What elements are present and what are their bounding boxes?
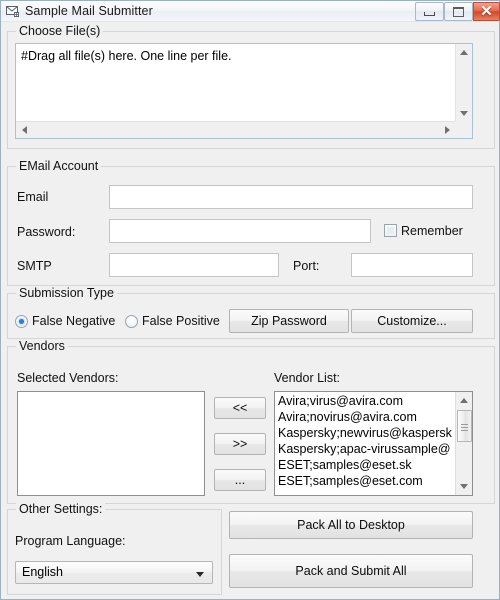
chevron-down-icon — [196, 572, 204, 577]
remember-label[interactable]: Remember — [401, 224, 463, 238]
radio-false-negative-label[interactable]: False Negative — [32, 314, 115, 328]
window-title: Sample Mail Submitter — [25, 4, 153, 18]
customize-button[interactable]: Customize... — [351, 309, 473, 333]
vendor-list-item[interactable]: ESET;samples@eset.com — [275, 473, 456, 489]
port-input[interactable] — [351, 253, 473, 277]
port-label: Port: — [293, 259, 320, 273]
choose-files-legend: Choose File(s) — [16, 24, 104, 38]
vendor-list-label: Vendor List: — [274, 371, 341, 385]
zip-password-button[interactable]: Zip Password — [229, 309, 349, 333]
email-input[interactable] — [109, 185, 473, 209]
remember-checkbox[interactable] — [384, 224, 397, 237]
vendor-scroll-up-icon[interactable] — [460, 398, 468, 403]
more-vendors-button[interactable]: ... — [214, 469, 266, 491]
radio-false-positive-label[interactable]: False Positive — [142, 314, 220, 328]
file-drop-area[interactable] — [15, 43, 473, 139]
radio-false-negative[interactable] — [15, 315, 28, 328]
move-left-button[interactable]: << — [214, 397, 266, 419]
other-settings-legend: Other Settings: — [16, 502, 106, 516]
vendor-list-scrollbar[interactable] — [455, 392, 472, 495]
close-icon: ✕ — [480, 2, 493, 20]
scroll-down-icon[interactable] — [460, 111, 468, 116]
minimize-icon — [416, 3, 443, 20]
vendors-legend: Vendors — [16, 339, 68, 353]
program-language-label: Program Language: — [15, 534, 126, 548]
pack-all-to-desktop-button[interactable]: Pack All to Desktop — [229, 511, 473, 539]
email-account-legend: EMail Account — [16, 159, 102, 173]
program-language-value: English — [22, 565, 63, 579]
vendor-scrollbar-thumb[interactable] — [457, 410, 472, 442]
file-textarea-horizontal-scrollbar[interactable] — [16, 121, 456, 138]
scroll-left-icon[interactable] — [22, 126, 27, 134]
scroll-right-icon[interactable] — [445, 126, 450, 134]
radio-false-positive[interactable] — [125, 315, 138, 328]
title-bar: Sample Mail Submitter ✕ — [1, 1, 500, 22]
vendor-list-item[interactable]: Kaspersky;newvirus@kaspersk — [275, 425, 456, 441]
smtp-label: SMTP — [17, 259, 52, 273]
close-button[interactable]: ✕ — [473, 2, 500, 21]
submission-type-legend: Submission Type — [16, 286, 117, 300]
vendor-list-item[interactable]: Avira;virus@avira.com — [275, 393, 456, 409]
maximize-icon — [445, 3, 472, 20]
selected-vendors-label: Selected Vendors: — [17, 371, 119, 385]
scrollbar-corner — [455, 121, 472, 138]
scroll-up-icon[interactable] — [460, 50, 468, 55]
file-list-textarea[interactable] — [16, 44, 456, 122]
move-right-button[interactable]: >> — [214, 433, 266, 455]
vendor-list-item[interactable]: ESET;samples@eset.sk — [275, 457, 456, 473]
vendor-list-item[interactable]: Kaspersky;apac-virussample@ — [275, 441, 456, 457]
application-window: Sample Mail Submitter ✕ Choose File(s) #… — [0, 0, 500, 600]
vendor-listbox[interactable]: Avira;virus@avira.com Avira;novirus@avira… — [274, 391, 473, 496]
vendor-scroll-down-icon[interactable] — [460, 484, 468, 489]
file-textarea-vertical-scrollbar[interactable] — [455, 44, 472, 122]
mail-envelope-icon — [6, 5, 20, 17]
smtp-input[interactable] — [109, 253, 279, 277]
minimize-button[interactable] — [415, 2, 444, 21]
maximize-button[interactable] — [444, 2, 473, 21]
vendor-list-item[interactable]: Avira;novirus@avira.com — [275, 409, 456, 425]
selected-vendors-listbox[interactable] — [17, 391, 205, 496]
program-language-select[interactable]: English — [15, 561, 213, 584]
pack-and-submit-all-button[interactable]: Pack and Submit All — [229, 554, 473, 588]
email-label: Email — [17, 190, 49, 204]
password-input[interactable] — [109, 219, 371, 243]
password-label: Password: — [17, 225, 76, 239]
